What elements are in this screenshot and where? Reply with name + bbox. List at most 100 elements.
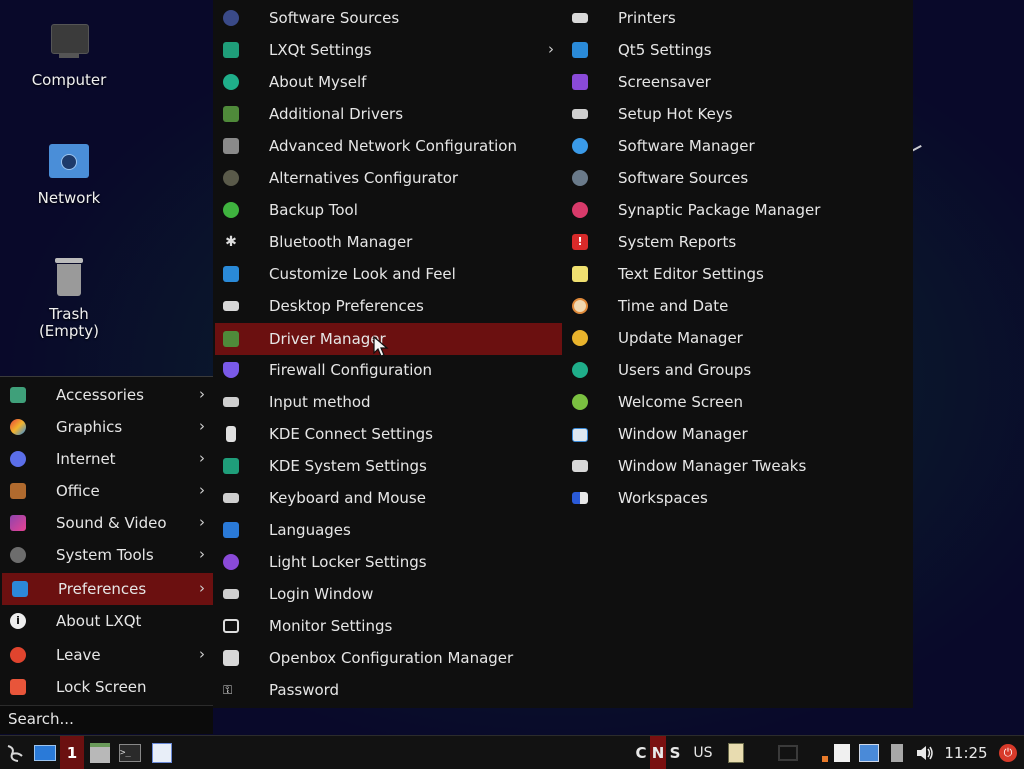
- removable-media-button[interactable]: [832, 740, 852, 766]
- volume-button[interactable]: [914, 740, 936, 766]
- menu-item-office[interactable]: Office ›: [0, 475, 213, 507]
- leave-icon: [10, 647, 26, 663]
- qt-settings-icon: [572, 42, 588, 58]
- pref-item-software-sources-2[interactable]: Software Sources: [562, 162, 913, 194]
- desktop-prefs-icon: [223, 301, 239, 311]
- pref-item-setup-hot-keys[interactable]: Setup Hot Keys: [562, 98, 913, 130]
- pref-item-kde-system-settings[interactable]: KDE System Settings: [213, 450, 562, 482]
- pref-item-users-groups[interactable]: Users and Groups: [562, 354, 913, 386]
- sound-video-icon: [10, 515, 26, 531]
- pref-item-text-editor-settings[interactable]: Text Editor Settings: [562, 258, 913, 290]
- text-editor-launcher[interactable]: [150, 740, 174, 766]
- pref-item-software-manager[interactable]: Software Manager: [562, 130, 913, 162]
- menu-item-about-lxqt[interactable]: i About LXQt: [0, 605, 213, 637]
- pref-item-input-method[interactable]: Input method: [213, 386, 562, 418]
- alternatives-icon: [223, 170, 239, 186]
- menu-item-graphics[interactable]: Graphics ›: [0, 411, 213, 443]
- show-desktop-button[interactable]: [32, 740, 58, 766]
- workspaces-icon: [572, 492, 588, 504]
- clipboard-tray-button[interactable]: [726, 740, 746, 766]
- pref-item-monitor-settings[interactable]: Monitor Settings: [213, 610, 562, 642]
- pref-item-welcome-screen[interactable]: Welcome Screen: [562, 386, 913, 418]
- software-sources-icon: [572, 170, 588, 186]
- menu-item-preferences[interactable]: Preferences ›: [2, 573, 213, 605]
- pref-item-system-reports[interactable]: ! System Reports: [562, 226, 913, 258]
- notification-icon: [822, 756, 828, 762]
- pref-item-desktop-preferences[interactable]: Desktop Preferences: [213, 290, 562, 322]
- pref-item-synaptic[interactable]: Synaptic Package Manager: [562, 194, 913, 226]
- lxqt-logo-icon: [7, 745, 23, 762]
- desktop-icon-network[interactable]: Network: [14, 140, 124, 207]
- keyboard-layout-indicator[interactable]: US: [690, 740, 716, 766]
- pref-item-additional-drivers[interactable]: Additional Drivers: [213, 98, 562, 130]
- pref-item-time-date[interactable]: Time and Date: [562, 290, 913, 322]
- capslock-label: C: [635, 744, 647, 762]
- menu-search[interactable]: [0, 705, 213, 734]
- system-reports-icon: !: [572, 234, 588, 250]
- pref-item-window-manager[interactable]: Window Manager: [562, 418, 913, 450]
- trash-icon: [47, 256, 91, 300]
- appearance-icon: [223, 266, 239, 282]
- power-button[interactable]: ⏻: [996, 740, 1020, 766]
- pref-item-about-myself[interactable]: About Myself: [213, 66, 562, 98]
- pref-item-light-locker[interactable]: Light Locker Settings: [213, 546, 562, 578]
- pref-item-qt5-settings[interactable]: Qt5 Settings: [562, 34, 913, 66]
- menu-item-sound-video[interactable]: Sound & Video ›: [0, 507, 213, 539]
- pref-item-openbox-config[interactable]: Openbox Configuration Manager: [213, 642, 562, 674]
- pref-item-software-sources[interactable]: Software Sources: [213, 2, 562, 34]
- desktop-icon-trash[interactable]: Trash (Empty): [14, 256, 124, 340]
- phone-icon: [226, 426, 236, 442]
- menu-item-accessories[interactable]: Accessories ›: [0, 379, 213, 411]
- pref-item-customize-look[interactable]: Customize Look and Feel: [213, 258, 562, 290]
- key-icon: ⚿: [223, 683, 233, 697]
- terminal-launcher[interactable]: >_: [118, 740, 142, 766]
- updates-tray-button[interactable]: [858, 740, 880, 766]
- volume-icon: [917, 746, 933, 760]
- pref-item-backup-tool[interactable]: Backup Tool: [213, 194, 562, 226]
- pref-item-wm-tweaks[interactable]: Window Manager Tweaks: [562, 450, 913, 482]
- menu-item-lock-screen[interactable]: Lock Screen: [0, 671, 213, 703]
- start-menu-button[interactable]: [2, 740, 28, 766]
- menu-item-leave[interactable]: Leave ›: [0, 639, 213, 671]
- desktop-icon-label: Computer: [31, 71, 107, 89]
- network-config-icon: [223, 138, 239, 154]
- pref-item-password[interactable]: ⚿ Password: [213, 674, 562, 706]
- pref-item-advanced-network[interactable]: Advanced Network Configuration: [213, 130, 562, 162]
- capslock-indicator: C: [634, 740, 648, 766]
- pref-item-keyboard-mouse[interactable]: Keyboard and Mouse: [213, 482, 562, 514]
- battery-tray-button[interactable]: [888, 740, 906, 766]
- chevron-right-icon: ›: [199, 645, 205, 663]
- clock[interactable]: 11:25: [942, 740, 990, 766]
- pref-item-lxqt-settings[interactable]: LXQt Settings ›: [213, 34, 562, 66]
- pref-item-update-manager[interactable]: Update Manager: [562, 322, 913, 354]
- keyboard-icon: [223, 397, 239, 407]
- menu-item-system-tools[interactable]: System Tools ›: [0, 539, 213, 571]
- search-input[interactable]: [0, 706, 206, 732]
- pref-item-login-window[interactable]: Login Window: [213, 578, 562, 610]
- pref-item-kde-connect[interactable]: KDE Connect Settings: [213, 418, 562, 450]
- clock-label: 11:25: [944, 744, 988, 762]
- chevron-right-icon: ›: [199, 417, 205, 435]
- kde-settings-icon: [223, 458, 239, 474]
- shield-icon: [223, 362, 239, 378]
- scrolllock-label: S: [669, 744, 681, 762]
- monitor-icon: [223, 619, 239, 633]
- pref-item-printers[interactable]: Printers: [562, 2, 913, 34]
- computer-icon: [47, 22, 91, 66]
- workspace-switcher[interactable]: 1: [60, 736, 84, 769]
- desktop-icon-computer[interactable]: Computer: [14, 22, 124, 89]
- chevron-right-icon: ›: [199, 385, 205, 403]
- pref-item-workspaces[interactable]: Workspaces: [562, 482, 913, 514]
- desktop-icon-label: Network: [37, 189, 101, 207]
- pref-item-languages[interactable]: Languages: [213, 514, 562, 546]
- graphics-icon: [10, 419, 26, 435]
- pref-item-alternatives[interactable]: Alternatives Configurator: [213, 162, 562, 194]
- text-editor-icon: [152, 743, 172, 763]
- network-tray-button[interactable]: [778, 740, 798, 766]
- menu-item-internet[interactable]: Internet ›: [0, 443, 213, 475]
- pref-item-bluetooth[interactable]: ✱ Bluetooth Manager: [213, 226, 562, 258]
- pref-item-screensaver[interactable]: Screensaver: [562, 66, 913, 98]
- pref-item-firewall[interactable]: Firewall Configuration: [213, 354, 562, 386]
- file-manager-launcher[interactable]: [88, 740, 112, 766]
- chevron-right-icon: ›: [199, 579, 205, 597]
